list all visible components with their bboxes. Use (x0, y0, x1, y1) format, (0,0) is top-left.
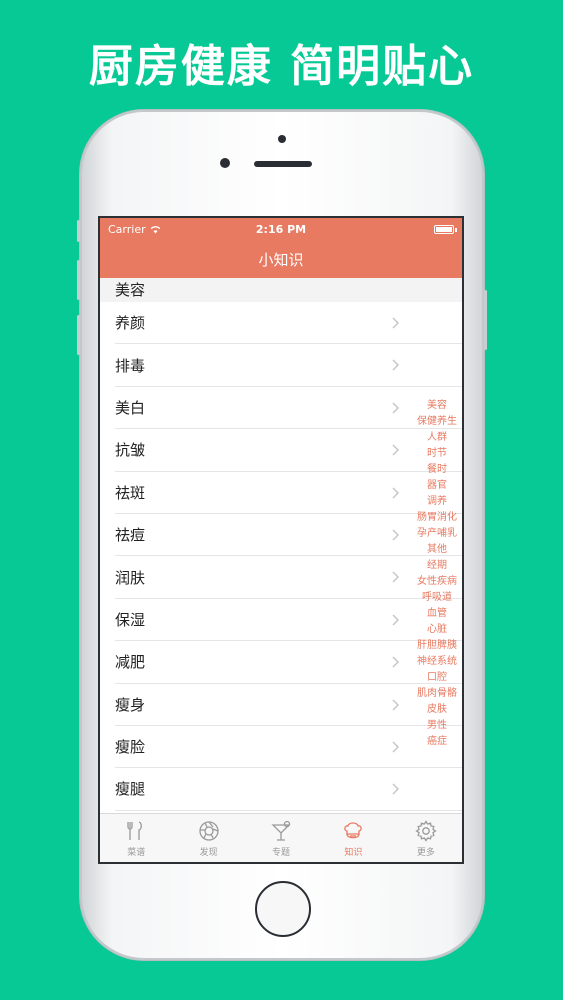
index-item[interactable]: 美容 (412, 398, 462, 414)
index-item[interactable]: 肝胆脾胰 (412, 638, 462, 654)
index-item[interactable]: 器官 (412, 478, 462, 494)
tab-label: 专题 (272, 847, 291, 858)
mute-switch (77, 220, 80, 242)
tab-label: 菜谱 (127, 847, 146, 858)
volume-down-button (77, 315, 80, 355)
nav-title: 小知识 (100, 242, 462, 278)
index-item[interactable]: 呼吸道 (412, 590, 462, 606)
index-item[interactable]: 肠胃消化 (412, 510, 462, 526)
list-item[interactable]: 瘦腿 (115, 768, 462, 811)
index-item[interactable]: 调养 (412, 494, 462, 510)
earpiece-speaker (254, 161, 312, 167)
list-item[interactable]: 祛斑 (115, 472, 462, 514)
list-item[interactable]: 养颜 (115, 302, 462, 345)
index-item[interactable]: 男性 (412, 718, 462, 734)
status-bar: Carrier 2:16 PM (100, 218, 462, 242)
list-item-label: 瘦身 (115, 695, 146, 714)
knowledge-list: 养颜 排毒 美白 抗皱 祛斑 祛痘 润肤 保湿 减肥 瘦身 瘦脸 瘦腿 (100, 302, 462, 814)
cocktail-icon (271, 820, 291, 841)
chevron-right-icon (392, 317, 400, 329)
front-camera (220, 158, 230, 168)
list-item-label: 保湿 (115, 610, 146, 629)
chevron-right-icon (392, 444, 400, 456)
section-index: 美容 保健养生 人群 时节 餐时 器官 调养 肠胃消化 孕产哺乳 其他 经期 女… (412, 398, 462, 750)
index-item[interactable]: 口腔 (412, 670, 462, 686)
index-item[interactable]: 孕产哺乳 (412, 526, 462, 542)
list-item-label: 祛斑 (115, 483, 146, 502)
list-item-label: 瘦腿 (115, 780, 146, 799)
tab-discover[interactable]: 发现 (172, 814, 244, 862)
index-item[interactable]: 心脏 (412, 622, 462, 638)
battery-icon (434, 225, 454, 234)
gear-icon (415, 819, 437, 842)
list-item-label: 润肤 (115, 568, 146, 587)
proximity-sensor (278, 135, 286, 143)
index-item[interactable]: 女性疾病 (412, 574, 462, 590)
index-item[interactable]: 神经系统 (412, 654, 462, 670)
tab-label: 知识 (344, 847, 363, 858)
phone-frame: Carrier 2:16 PM 小知识 美容 养颜 排毒 美白 抗皱 祛斑 祛痘… (77, 110, 487, 960)
list-item-label: 瘦脸 (115, 738, 146, 757)
list-item-label: 排毒 (115, 356, 146, 375)
list-item[interactable]: 祛痘 (115, 514, 462, 557)
tab-recipes[interactable]: 菜谱 (100, 814, 172, 862)
list-item[interactable]: 减肥 (115, 641, 462, 684)
tab-more[interactable]: 更多 (390, 814, 462, 862)
chevron-right-icon (392, 359, 400, 371)
chevron-right-icon (392, 402, 400, 414)
index-item[interactable]: 血管 (412, 606, 462, 622)
app-screen: Carrier 2:16 PM 小知识 美容 养颜 排毒 美白 抗皱 祛斑 祛痘… (98, 216, 464, 864)
tab-topics[interactable]: 专题 (245, 814, 317, 862)
aperture-icon (198, 820, 219, 841)
list-item[interactable]: 保湿 (115, 599, 462, 642)
list-item[interactable]: 美白 (115, 387, 462, 430)
chevron-right-icon (392, 783, 400, 795)
volume-up-button (77, 260, 80, 300)
index-item[interactable]: 人群 (412, 430, 462, 446)
index-item[interactable]: 肌肉骨骼 (412, 686, 462, 702)
status-time: 2:16 PM (255, 223, 307, 236)
list-item-label: 减肥 (115, 653, 146, 672)
list-item[interactable]: 排毒 (115, 344, 462, 387)
tab-knowledge[interactable]: 知识 (317, 814, 389, 862)
index-item[interactable]: 癌症 (412, 734, 462, 750)
chef-hat-icon (344, 821, 363, 838)
section-header: 美容 (100, 278, 462, 302)
index-item[interactable]: 皮肤 (412, 702, 462, 718)
home-button[interactable] (255, 881, 311, 937)
list-item-label: 祛痘 (115, 526, 146, 545)
tab-label: 更多 (416, 847, 435, 858)
list-item[interactable]: 瘦身 (115, 684, 462, 726)
list-item[interactable]: 润肤 (115, 556, 462, 599)
fork-knife-icon (127, 820, 143, 840)
chevron-right-icon (392, 571, 400, 583)
chevron-right-icon (392, 529, 400, 541)
list-item-label: 美白 (115, 398, 146, 417)
chevron-right-icon (392, 656, 400, 668)
list-item[interactable]: 瘦脸 (115, 726, 462, 769)
list-item-label: 养颜 (115, 314, 146, 333)
page-headline: 厨房健康 简明贴心 (88, 41, 475, 92)
list-item-label: 抗皱 (115, 441, 146, 460)
power-button (484, 290, 487, 350)
chevron-right-icon (392, 741, 400, 753)
battery-tip (455, 228, 457, 232)
chevron-right-icon (392, 614, 400, 626)
index-item[interactable]: 其他 (412, 542, 462, 558)
index-item[interactable]: 保健养生 (412, 414, 462, 430)
chevron-right-icon (392, 487, 400, 499)
index-item[interactable]: 经期 (412, 558, 462, 574)
list-item[interactable]: 抗皱 (115, 429, 462, 472)
index-item[interactable]: 时节 (412, 446, 462, 462)
tab-bar: 菜谱 发现 专题 知识 更多 (100, 813, 462, 862)
chevron-right-icon (392, 698, 400, 711)
tab-label: 发现 (199, 847, 218, 858)
index-item[interactable]: 餐时 (412, 462, 462, 478)
